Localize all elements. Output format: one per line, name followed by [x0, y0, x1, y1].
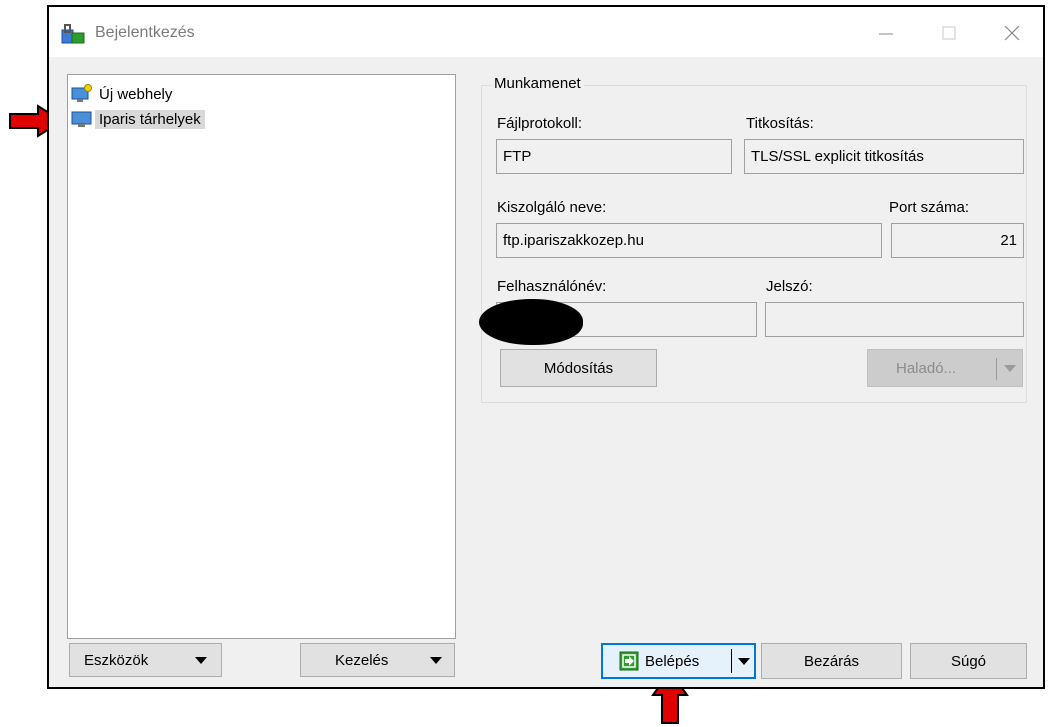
chevron-down-icon [430, 656, 442, 664]
chevron-down-icon [195, 656, 207, 664]
redaction-blob [479, 299, 583, 345]
help-button[interactable]: Súgó [910, 643, 1027, 679]
tree-item-label: Iparis tárhelyek [95, 109, 205, 129]
host-input[interactable]: ftp.ipariszakkozep.hu [496, 223, 882, 258]
advanced-button[interactable]: Haladó... [867, 349, 1023, 387]
tree-item-iparis[interactable]: Iparis tárhelyek [71, 107, 205, 131]
advanced-label: Haladó... [896, 359, 957, 377]
protocol-label: Fájlprotokoll: [497, 115, 583, 132]
password-input[interactable] [765, 302, 1024, 337]
protocol-select[interactable]: FTP [496, 139, 732, 174]
session-group-title: Munkamenet [491, 75, 584, 92]
minimize-button[interactable] [866, 17, 906, 49]
maximize-button[interactable] [929, 17, 969, 49]
login-split-divider [731, 649, 732, 673]
site-tree[interactable]: Új webhely Iparis tárhelyek [67, 74, 456, 639]
username-label: Felhasználónév: [497, 278, 607, 295]
encryption-label: Titkosítás: [746, 115, 814, 132]
modify-label: Módosítás [543, 359, 614, 377]
chevron-down-icon [738, 658, 750, 665]
close-icon [1004, 25, 1020, 41]
help-label: Súgó [950, 652, 987, 670]
close-dialog-button[interactable]: Bezárás [761, 643, 902, 679]
title-bar: Bejelentkezés [49, 7, 1043, 57]
manage-dropdown-button[interactable]: Kezelés [300, 643, 455, 677]
advanced-split-divider [996, 358, 997, 380]
window-title: Bejelentkezés [95, 24, 195, 41]
monitor-icon [71, 111, 92, 127]
manage-label: Kezelés [335, 651, 389, 669]
port-value: 21 [1000, 232, 1017, 249]
port-label: Port száma: [889, 199, 970, 216]
tree-item-label: Új webhely [99, 85, 173, 103]
encryption-value: TLS/SSL explicit titkosítás [751, 148, 924, 165]
protocol-value: FTP [503, 148, 532, 165]
monitor-new-icon [71, 84, 92, 102]
close-label: Bezárás [803, 652, 860, 670]
encryption-select[interactable]: TLS/SSL explicit titkosítás [744, 139, 1024, 174]
login-dialog: Bejelentkezés Új webhely Iparis tárhelye… [47, 5, 1045, 689]
host-value: ftp.ipariszakkozep.hu [503, 232, 644, 249]
tools-label: Eszközök [84, 651, 149, 669]
maximize-icon [942, 26, 956, 40]
login-label: Belépés [645, 652, 700, 670]
host-label: Kiszolgáló neve: [497, 199, 607, 216]
app-icon [61, 24, 85, 44]
port-input[interactable]: 21 [891, 223, 1024, 258]
chevron-down-icon [1004, 365, 1016, 372]
login-icon [619, 651, 639, 671]
password-label: Jelszó: [766, 278, 813, 295]
modify-button[interactable]: Módosítás [500, 349, 657, 387]
minimize-icon [879, 33, 893, 35]
login-button[interactable]: Belépés [601, 643, 756, 679]
tools-dropdown-button[interactable]: Eszközök [69, 643, 222, 677]
close-window-button[interactable] [992, 17, 1032, 49]
tree-item-new-site[interactable]: Új webhely [71, 82, 172, 106]
